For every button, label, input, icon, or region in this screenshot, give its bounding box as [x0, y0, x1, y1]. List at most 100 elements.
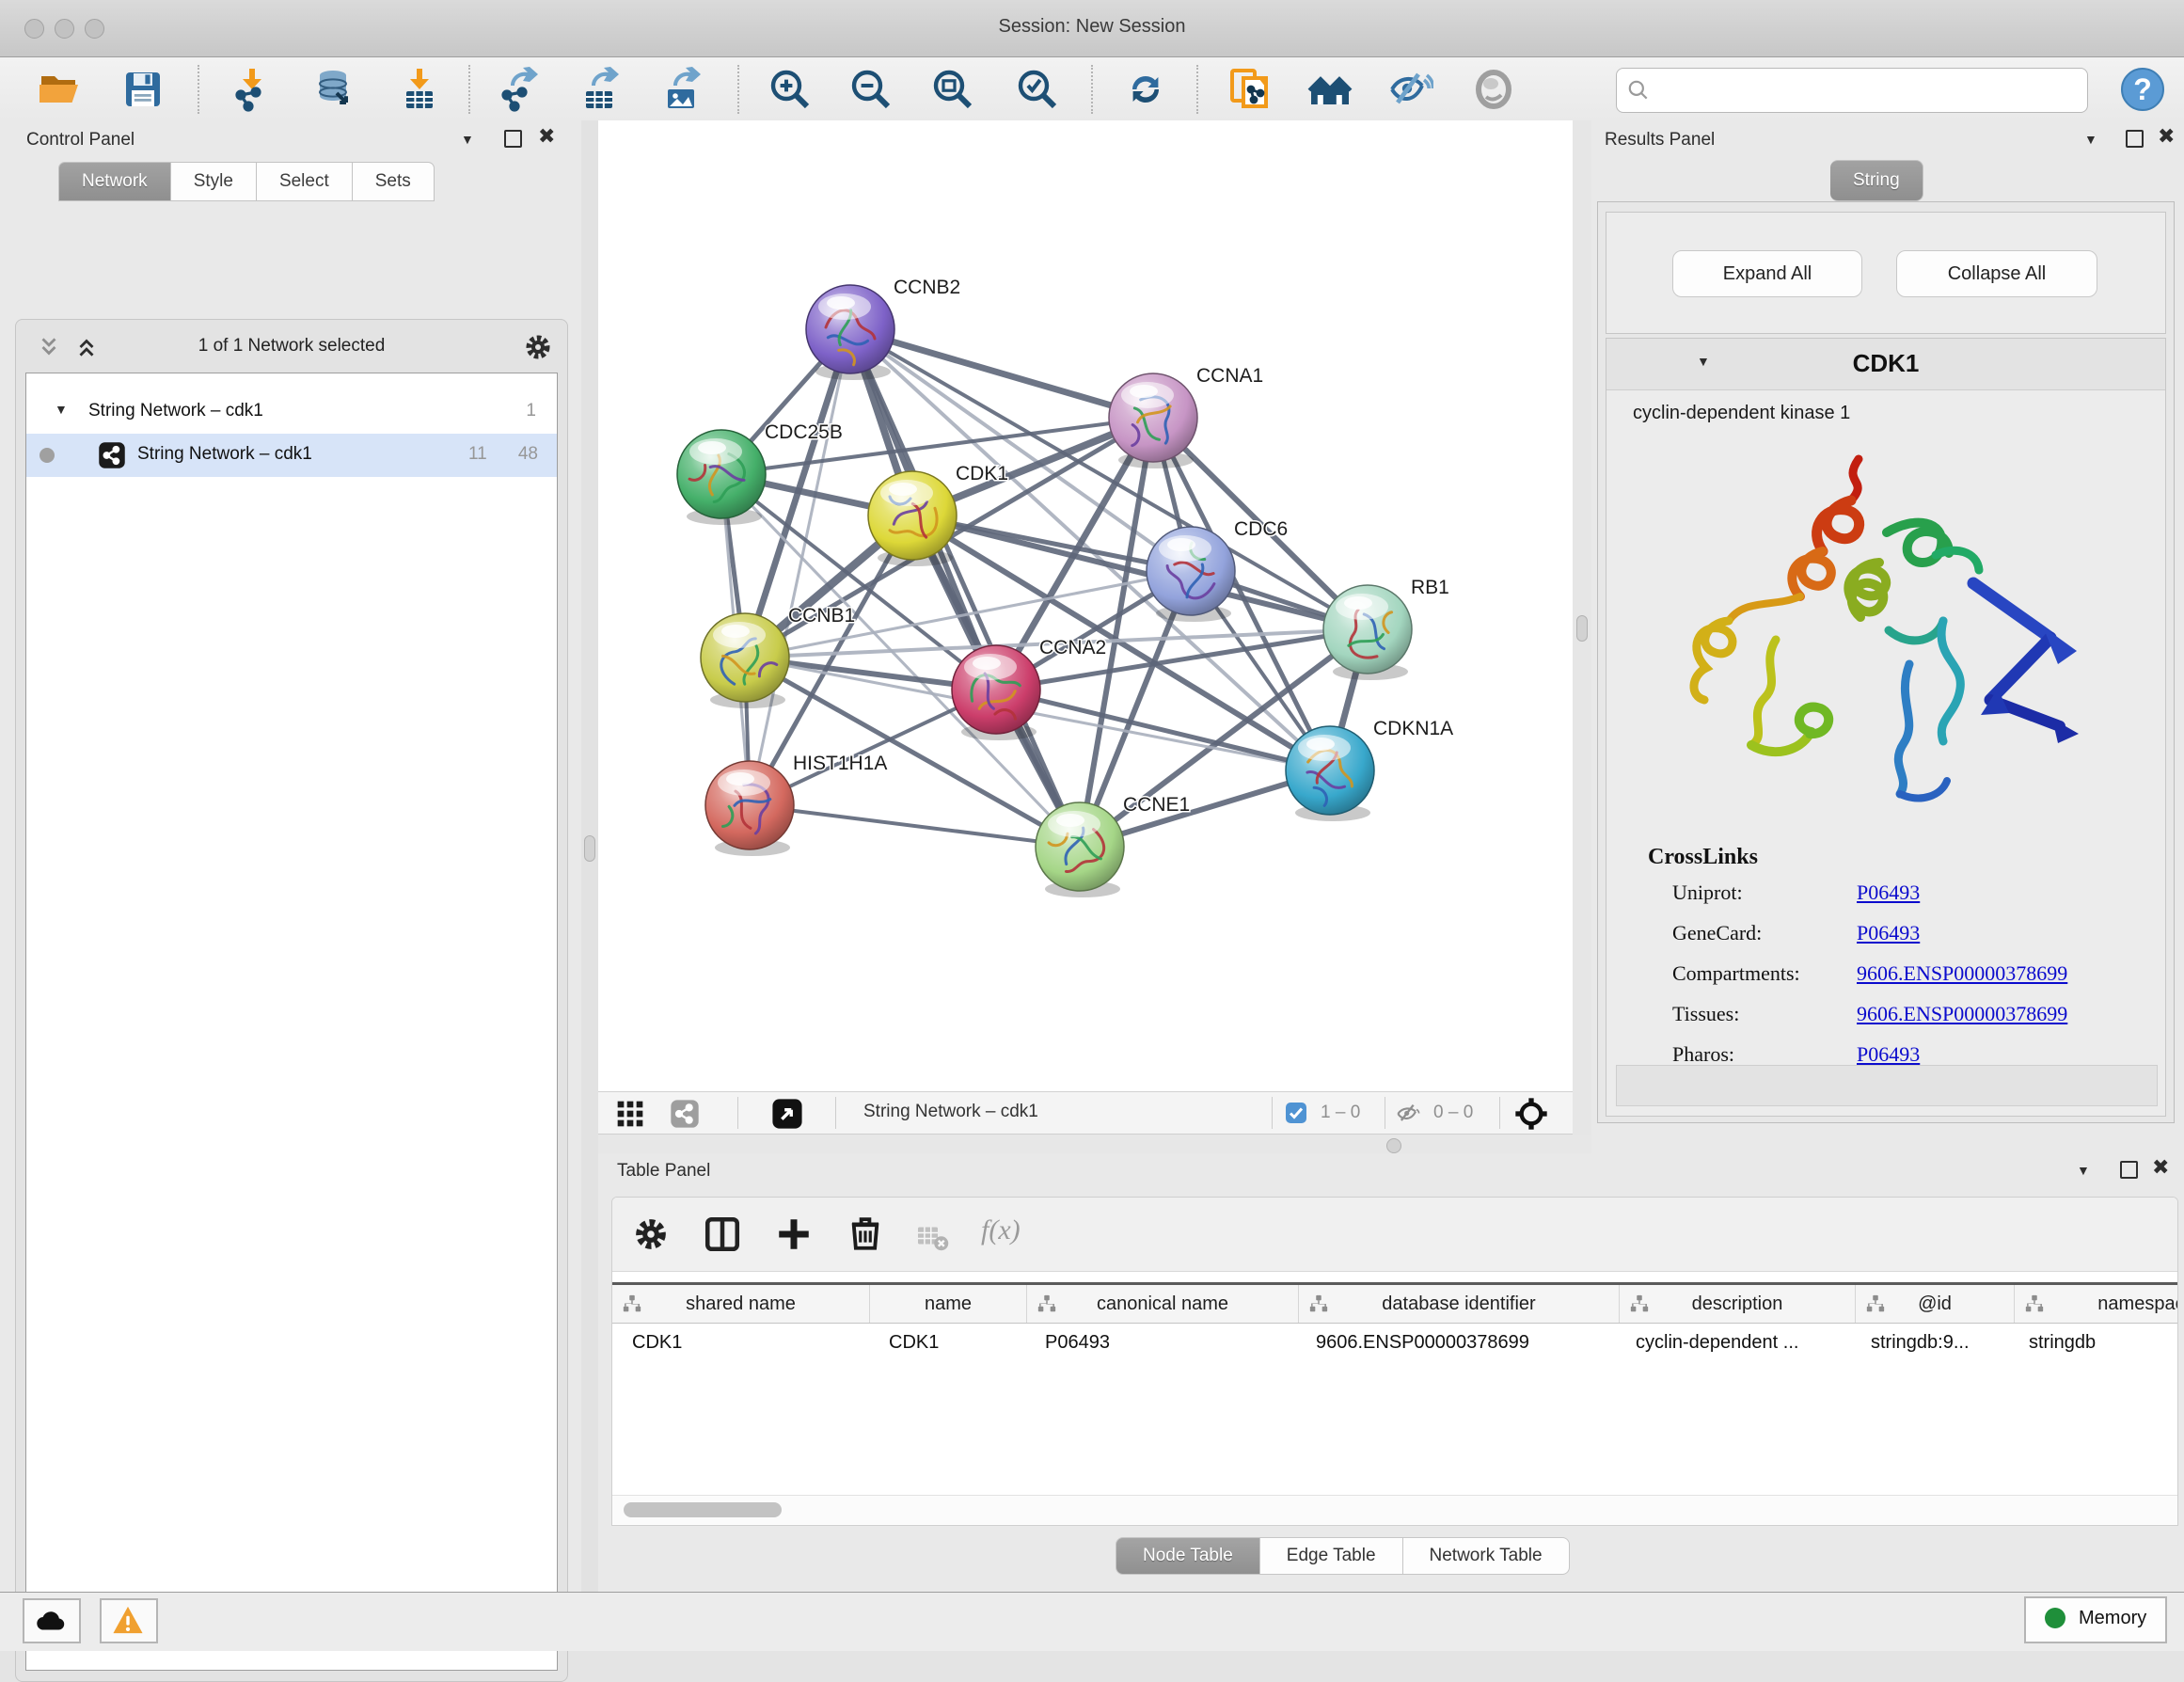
network-node-CCNE1[interactable]: CCNE1: [1036, 794, 1190, 897]
cell-shared-name[interactable]: CDK1: [612, 1324, 869, 1361]
network-node-HIST1H1A[interactable]: HIST1H1A: [705, 753, 887, 856]
network-node-CCNA2[interactable]: CCNA2: [952, 637, 1106, 740]
column-header-description[interactable]: description: [1620, 1285, 1856, 1323]
help-button[interactable]: ?: [2120, 67, 2165, 112]
show-columns-icon[interactable]: [703, 1214, 742, 1254]
column-type-icon: [1308, 1293, 1329, 1314]
vertical-splitter-right[interactable]: [1573, 120, 1591, 1135]
splitter-handle[interactable]: [1386, 1138, 1401, 1153]
gene-description: cyclin-dependent kinase 1: [1633, 403, 1850, 424]
tab-select[interactable]: Select: [257, 162, 353, 201]
column-label: shared name: [686, 1293, 796, 1315]
network-node-RB1[interactable]: RB1: [1323, 577, 1449, 680]
network-edge-HIST1H1A-CCNE1[interactable]: [750, 805, 1080, 847]
column-header-namespace[interactable]: namespace: [2015, 1285, 2178, 1323]
import-database-button[interactable]: [310, 67, 356, 112]
gene-section: ▼ CDK1 cyclin-dependent kinase 1: [1606, 338, 2166, 1117]
collapse-all-button[interactable]: Collapse All: [1896, 250, 2097, 297]
vertical-splitter-left[interactable]: [581, 120, 598, 1592]
collection-expander-icon[interactable]: ▼: [55, 402, 68, 417]
column-header-@id[interactable]: @id: [1856, 1285, 2015, 1323]
tab-sets[interactable]: Sets: [353, 162, 435, 201]
cell-description[interactable]: cyclin-dependent ...: [1616, 1324, 1851, 1361]
column-header-database-identifier[interactable]: database identifier: [1299, 1285, 1620, 1323]
close-panel-icon[interactable]: ✖: [2152, 1159, 2169, 1176]
show-all-button[interactable]: [1471, 67, 1516, 112]
network-node-CDKN1A[interactable]: CDKN1A: [1286, 718, 1453, 821]
network-tree: ▼ String Network – cdk1 1 String Network…: [25, 373, 558, 1671]
search-box[interactable]: [1616, 68, 2088, 113]
network-row-selected[interactable]: String Network – cdk1 11 48: [26, 434, 557, 477]
column-header-shared-name[interactable]: shared name: [612, 1285, 870, 1323]
network-node-CDC25B[interactable]: CDC25B: [677, 421, 843, 525]
network-node-CCNB2[interactable]: CCNB2: [806, 277, 960, 380]
splitter-handle[interactable]: [1576, 615, 1588, 642]
crosslink-link[interactable]: P06493: [1857, 881, 1920, 904]
float-panel-icon[interactable]: [2120, 1161, 2138, 1179]
table-row[interactable]: CDK1CDK1P064939606.ENSP00000378699cyclin…: [612, 1324, 2178, 1361]
export-table-button[interactable]: [577, 67, 622, 112]
export-network-button[interactable]: [496, 67, 541, 112]
add-column-icon[interactable]: [774, 1214, 814, 1254]
search-icon: [1626, 78, 1651, 103]
open-session-button[interactable]: [38, 67, 83, 112]
zoom-fit-button[interactable]: [930, 67, 975, 112]
hide-selected-button[interactable]: [1388, 67, 1433, 112]
memory-button[interactable]: Memory: [2024, 1596, 2167, 1643]
zoom-in-button[interactable]: [768, 67, 813, 112]
next-section-collapsed[interactable]: [1616, 1065, 2158, 1106]
column-header-name[interactable]: name: [870, 1285, 1027, 1323]
gear-icon[interactable]: [524, 333, 552, 361]
tab-style[interactable]: Style: [171, 162, 257, 201]
close-panel-icon[interactable]: ✖: [2158, 128, 2175, 145]
close-panel-icon[interactable]: ✖: [538, 128, 555, 145]
panel-menu-icon[interactable]: ▼: [2084, 132, 2097, 147]
expand-all-button[interactable]: Expand All: [1672, 250, 1862, 297]
cell-canonical-name[interactable]: P06493: [1025, 1324, 1296, 1361]
gear-icon[interactable]: [633, 1216, 669, 1252]
crosslink-link[interactable]: 9606.ENSP00000378699: [1857, 961, 2067, 985]
birdseye-grid-icon[interactable]: [615, 1099, 645, 1129]
warning-status-button[interactable]: [100, 1598, 158, 1643]
column-header-canonical-name[interactable]: canonical name: [1027, 1285, 1299, 1323]
float-panel-icon[interactable]: [504, 130, 522, 148]
save-session-button[interactable]: [120, 67, 166, 112]
network-collection-row[interactable]: ▼ String Network – cdk1 1: [26, 390, 557, 434]
scrollbar-thumb[interactable]: [624, 1502, 782, 1517]
clone-network-button[interactable]: [1227, 67, 1272, 112]
cell-database-identifier[interactable]: 9606.ENSP00000378699: [1296, 1324, 1616, 1361]
selected-checkbox-icon[interactable]: [1285, 1102, 1307, 1124]
tab-network-table[interactable]: Network Table: [1403, 1537, 1570, 1575]
tab-network[interactable]: Network: [58, 162, 171, 201]
cloud-status-button[interactable]: [23, 1598, 81, 1643]
cell-@id[interactable]: stringdb:9...: [1851, 1324, 2009, 1361]
table-horizontal-scrollbar[interactable]: [612, 1495, 2177, 1524]
export-image-button[interactable]: [658, 67, 704, 112]
crosslink-link[interactable]: P06493: [1857, 1042, 1920, 1066]
panel-menu-icon[interactable]: ▼: [461, 132, 474, 147]
zoom-selected-button[interactable]: [1015, 67, 1060, 112]
splitter-handle[interactable]: [584, 835, 595, 862]
tab-edge-table[interactable]: Edge Table: [1260, 1537, 1403, 1575]
network-canvas[interactable]: CCNB2CCNA1CDC25BCDK1CDC6RB1CCNB1CCNA2CDK…: [598, 120, 1573, 1091]
fit-content-crosshair-icon[interactable]: [1512, 1095, 1550, 1133]
share-gray-icon[interactable]: [670, 1099, 700, 1129]
panel-menu-icon[interactable]: ▼: [2077, 1163, 2090, 1178]
refresh-button[interactable]: [1123, 67, 1168, 112]
cell-name[interactable]: CDK1: [869, 1324, 1025, 1361]
float-panel-icon[interactable]: [2126, 130, 2144, 148]
import-table-button[interactable]: [397, 67, 442, 112]
cell-namespace[interactable]: stringdb: [2009, 1324, 2178, 1361]
network-edge-CCNB2-HIST1H1A[interactable]: [750, 329, 850, 805]
gene-section-header[interactable]: ▼ CDK1: [1606, 339, 2165, 390]
crosslink-link[interactable]: 9606.ENSP00000378699: [1857, 1002, 2067, 1025]
import-network-button[interactable]: [229, 67, 275, 112]
zoom-out-button[interactable]: [848, 67, 894, 112]
search-input[interactable]: [1658, 72, 2076, 106]
crosslink-link[interactable]: P06493: [1857, 921, 1920, 944]
tab-string[interactable]: String: [1830, 160, 1923, 201]
first-neighbors-button[interactable]: [1307, 67, 1353, 112]
open-in-window-icon[interactable]: [771, 1098, 803, 1130]
delete-column-icon[interactable]: [846, 1214, 885, 1253]
tab-node-table[interactable]: Node Table: [1116, 1537, 1260, 1575]
